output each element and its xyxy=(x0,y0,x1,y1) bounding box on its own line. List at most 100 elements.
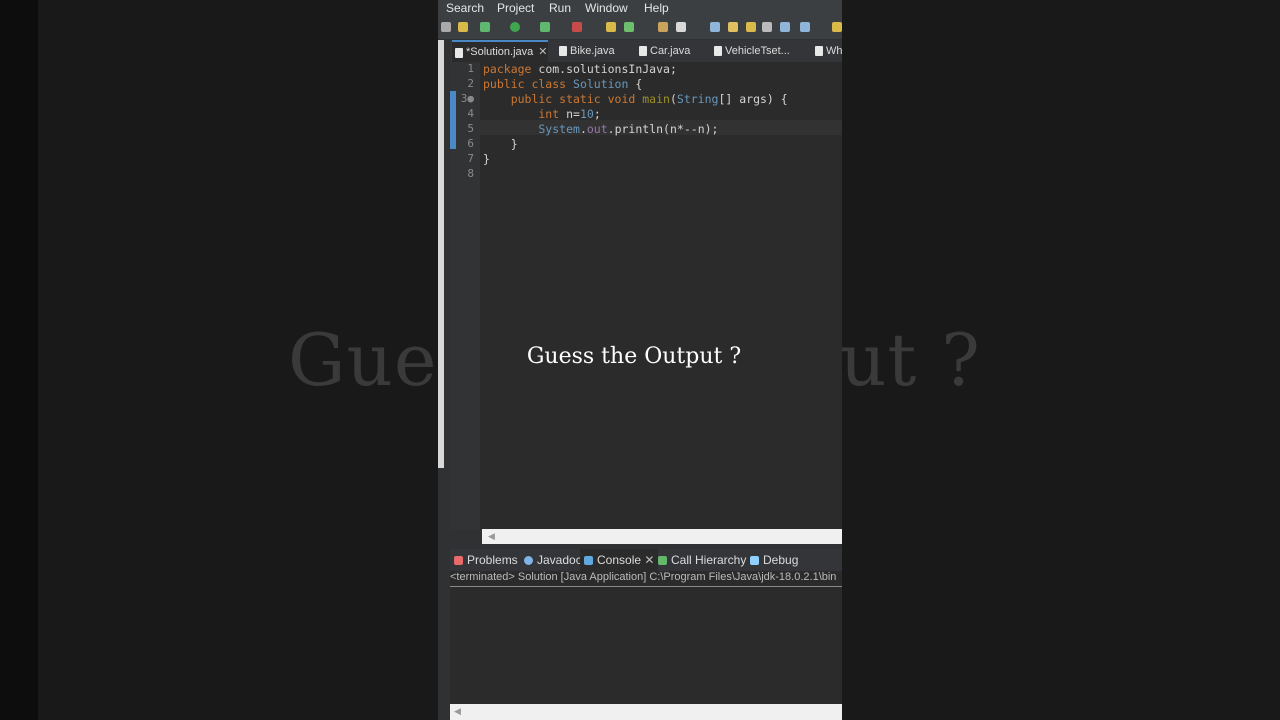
code-token: ) { xyxy=(766,92,788,106)
toolbar-new-java-icon[interactable] xyxy=(606,22,616,32)
code-line[interactable]: package com.solutionsInJava; xyxy=(483,62,677,76)
toolbar-annotation-icon[interactable] xyxy=(746,22,756,32)
menu-project[interactable]: Project xyxy=(497,1,534,15)
tab-console[interactable]: Console ✕ xyxy=(580,549,659,571)
overlay-caption: Guess the Output ? xyxy=(526,344,742,369)
tab-call-hierarchy[interactable]: Call Hierarchy xyxy=(658,553,746,567)
tab-wh[interactable]: Wh xyxy=(812,40,842,62)
java-file-icon xyxy=(714,46,722,56)
code-token: package xyxy=(483,62,539,76)
code-token: .println( xyxy=(607,122,670,136)
tab-bike[interactable]: Bike.java xyxy=(556,40,615,62)
line-number: 1 xyxy=(467,62,474,75)
debug-icon xyxy=(750,556,759,565)
tab-problems[interactable]: Problems xyxy=(454,553,518,567)
console-output[interactable] xyxy=(450,587,842,705)
scroll-left-icon[interactable]: ◀ xyxy=(488,531,495,542)
tab-solution[interactable]: *Solution.java ✕ xyxy=(452,40,548,62)
code-token: [] xyxy=(718,92,740,106)
code-token: { xyxy=(635,77,643,91)
tab-vehicletset[interactable]: VehicleTset... xyxy=(711,40,790,62)
code-token: int xyxy=(483,107,567,121)
editor-horizontal-scrollbar[interactable]: ◀ xyxy=(482,529,842,544)
code-token: out xyxy=(586,122,608,136)
line-number: 7 xyxy=(467,152,474,165)
line-number: 8 xyxy=(467,167,474,180)
toolbar-pen-icon[interactable] xyxy=(676,22,686,32)
code-line[interactable]: int n=10; xyxy=(483,107,601,121)
toolbar-external-tools-icon[interactable] xyxy=(572,22,582,32)
scroll-left-icon[interactable]: ◀ xyxy=(454,706,461,717)
editor-tabs: *Solution.java ✕ Bike.java Car.java Vehic… xyxy=(450,40,842,62)
code-token: 10 xyxy=(579,107,594,121)
menu-run[interactable]: Run xyxy=(549,1,571,15)
call-hierarchy-icon xyxy=(658,556,667,565)
toolbar-debug-icon[interactable] xyxy=(480,22,490,32)
javadoc-icon xyxy=(524,556,533,565)
code-token: public class xyxy=(483,77,574,91)
close-icon[interactable]: ✕ xyxy=(644,553,654,567)
tab-debug[interactable]: Debug xyxy=(750,553,798,567)
toolbar-block-icon[interactable] xyxy=(762,22,772,32)
code-token: ( xyxy=(669,92,677,106)
toolbar-run-icon[interactable] xyxy=(510,22,520,32)
bottom-tabs: Problems Javadoc Console ✕ Call Hierarch… xyxy=(450,549,842,571)
toolbar-coverage-icon[interactable] xyxy=(540,22,550,32)
menu-search[interactable]: Search xyxy=(446,1,484,15)
code-token: System xyxy=(483,122,580,136)
code-token: n xyxy=(566,107,574,121)
toolbar-forward-icon[interactable] xyxy=(832,22,842,32)
code-token: public static void xyxy=(483,92,643,106)
tab-label: *Solution.java xyxy=(466,46,534,58)
tab-car[interactable]: Car.java xyxy=(636,40,690,62)
toolbar-search-icon[interactable] xyxy=(458,22,468,32)
problems-icon xyxy=(454,556,463,565)
code-line[interactable]: public static void main(String[] args) { xyxy=(483,92,788,106)
code-line[interactable]: } xyxy=(483,137,518,151)
toolbar-paragraph-icon[interactable] xyxy=(780,22,790,32)
code-line[interactable]: public class Solution { xyxy=(483,77,642,91)
code-token: ); xyxy=(704,122,719,136)
code-token: ; xyxy=(593,107,601,121)
java-file-icon xyxy=(639,46,647,56)
code-token: n xyxy=(697,122,705,136)
tab-label: Wh xyxy=(826,45,842,57)
code-token: main xyxy=(642,92,670,106)
tab-label: VehicleTset... xyxy=(725,45,790,57)
console-horizontal-scrollbar[interactable]: ◀ xyxy=(450,704,842,720)
console-status: <terminated> Solution [Java Application]… xyxy=(450,571,842,587)
line-number: 3● xyxy=(460,92,474,105)
backdrop-text-right: ut ? xyxy=(840,318,981,402)
line-number: 5 xyxy=(467,122,474,135)
toolbar-open-folder-icon[interactable] xyxy=(658,22,668,32)
line-number: 2 xyxy=(467,77,474,90)
code-token: *-- xyxy=(676,122,698,136)
toolbar xyxy=(438,17,842,39)
toolbar-menu-icon[interactable] xyxy=(441,22,451,32)
code-token: } xyxy=(483,152,490,166)
toolbar-back-icon[interactable] xyxy=(800,22,810,32)
java-file-icon xyxy=(455,48,463,58)
code-token: = xyxy=(573,107,580,121)
close-icon[interactable]: ✕ xyxy=(538,46,547,58)
code-token: com.solutionsInJava; xyxy=(538,62,677,76)
tab-label: Car.java xyxy=(650,45,691,57)
toolbar-link-icon[interactable] xyxy=(710,22,720,32)
toolbar-highlight-icon[interactable] xyxy=(728,22,738,32)
code-token: Solution xyxy=(573,77,636,91)
menu-window[interactable]: Window xyxy=(585,1,628,15)
code-line[interactable]: System.out.println(n*--n); xyxy=(483,122,718,136)
toolbar-new-class-icon[interactable] xyxy=(624,22,634,32)
code-token: args xyxy=(739,92,767,106)
code-token: String xyxy=(676,92,719,106)
tab-label: Bike.java xyxy=(570,45,615,57)
code-token: } xyxy=(483,137,518,151)
menu-help[interactable]: Help xyxy=(644,1,669,15)
java-file-icon xyxy=(559,46,567,56)
console-icon xyxy=(584,556,593,565)
code-line[interactable]: } xyxy=(483,152,490,166)
tab-javadoc[interactable]: Javadoc xyxy=(524,553,582,567)
code-token: . xyxy=(579,122,587,136)
java-file-icon xyxy=(815,46,823,56)
code-token: n xyxy=(669,122,677,136)
